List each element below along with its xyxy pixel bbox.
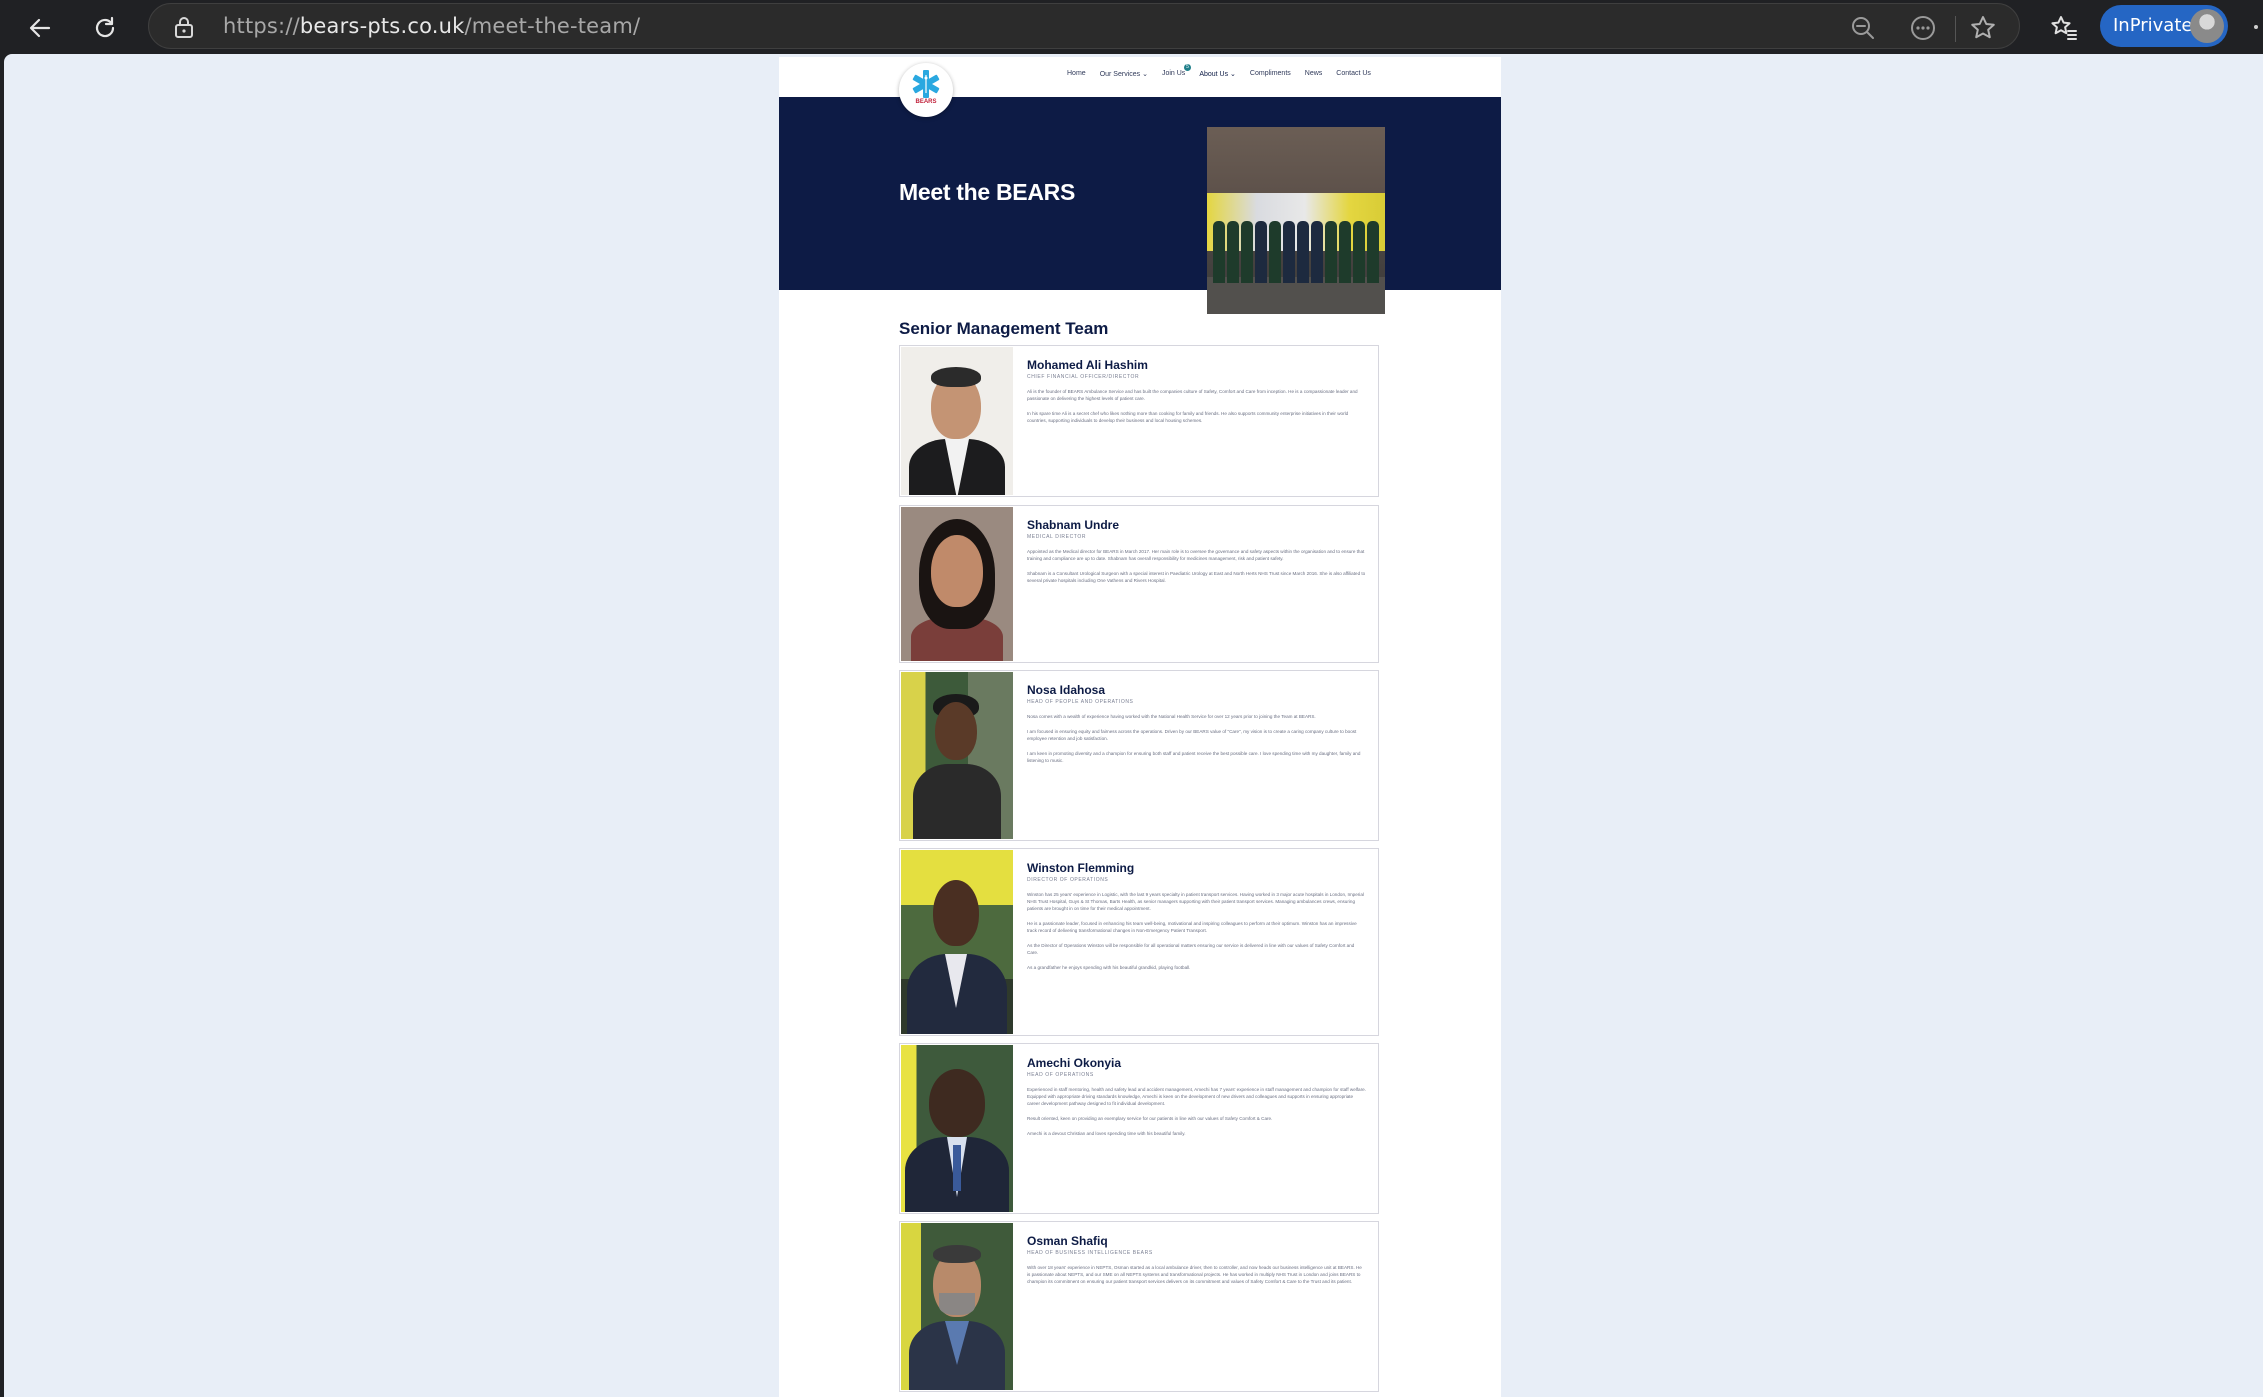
team-card-body: Shabnam Undre MEDICAL DIRECTOR Appointed… — [1027, 518, 1366, 584]
team-card: Amechi Okonyia HEAD OF OPERATIONS Experi… — [899, 1043, 1379, 1214]
team-photo — [901, 850, 1013, 1034]
refresh-icon[interactable] — [85, 8, 125, 48]
group-figures — [1213, 213, 1379, 283]
member-role: HEAD OF OPERATIONS — [1027, 1072, 1094, 1078]
profile-avatar — [2190, 9, 2224, 43]
nav-home[interactable]: Home — [1067, 70, 1086, 78]
member-bio: Result oriented, keen on providing an ex… — [1027, 1116, 1273, 1121]
nav-about-us[interactable]: About Us ⌄ — [1199, 70, 1236, 78]
member-bio: He is a passionate leader, focused in en… — [1027, 921, 1357, 933]
member-name: Osman Shafiq — [1027, 1234, 1108, 1248]
member-name: Winston Flemming — [1027, 861, 1135, 875]
member-bio: As the Director of Operations Winston wi… — [1027, 943, 1355, 955]
member-role: CHIEF FINANCIAL OFFICER/DIRECTOR — [1027, 374, 1140, 380]
overflow-icon[interactable] — [2254, 25, 2258, 29]
inprivate-button[interactable]: InPrivate — [2100, 5, 2228, 47]
figure — [1227, 221, 1239, 283]
more-icon[interactable] — [1909, 14, 1937, 42]
member-bio: Experienced in staff mentoring, health a… — [1027, 1087, 1366, 1106]
figure — [1367, 221, 1379, 283]
browser-toolbar: https://bears-pts.co.uk/meet-the-team/ I… — [0, 0, 2263, 54]
join-badge: 5 — [1183, 64, 1191, 71]
site-header: BEARS Home Our Services ⌄ Join Us 5 About… — [779, 57, 1501, 117]
nav-news[interactable]: News — [1305, 70, 1323, 78]
member-bio: Ali is the founder of BEARS Ambulance Se… — [1027, 389, 1358, 401]
team-card-body: Amechi Okonyia HEAD OF OPERATIONS Experi… — [1027, 1056, 1366, 1137]
member-name: Amechi Okonyia — [1027, 1056, 1122, 1070]
member-name: Shabnam Undre — [1027, 518, 1120, 532]
figure — [1241, 221, 1253, 283]
star-icon[interactable] — [1969, 14, 1997, 42]
figure — [1325, 221, 1337, 283]
team-photo — [901, 1045, 1013, 1212]
figure — [1297, 221, 1309, 283]
member-bio: I am keen in promoting diversity and a c… — [1027, 751, 1361, 763]
team-card-body: Nosa Idahosa HEAD OF PEOPLE AND OPERATIO… — [1027, 683, 1366, 764]
web-page: BEARS Home Our Services ⌄ Join Us 5 About… — [779, 57, 1501, 1397]
nav-our-services[interactable]: Our Services ⌄ — [1100, 70, 1148, 78]
nav-join-us[interactable]: Join Us 5 — [1162, 64, 1191, 78]
section-heading: Senior Management Team — [899, 319, 1109, 338]
back-icon[interactable] — [20, 8, 60, 48]
member-bio: Winston has 25 years' experience in Logi… — [1027, 892, 1364, 911]
figure — [1213, 221, 1225, 283]
team-card: Mohamed Ali Hashim CHIEF FINANCIAL OFFIC… — [899, 345, 1379, 497]
member-bio: Nosa comes with a wealth of experience h… — [1027, 714, 1316, 719]
figure — [1339, 221, 1351, 283]
member-role: HEAD OF BUSINESS INTELLIGENCE BEARS — [1027, 1250, 1153, 1256]
url-text: https://bears-pts.co.uk/meet-the-team/ — [223, 14, 641, 38]
team-card-body: Osman Shafiq HEAD OF BUSINESS INTELLIGEN… — [1027, 1234, 1366, 1285]
main-nav: Home Our Services ⌄ Join Us 5 About Us ⌄ … — [1067, 64, 1371, 78]
site-logo[interactable]: BEARS — [899, 63, 953, 117]
favorites-icon[interactable] — [2044, 8, 2084, 48]
team-card: Winston Flemming DIRECTOR OF OPERATIONS … — [899, 848, 1379, 1036]
browser-viewport: BEARS Home Our Services ⌄ Join Us 5 About… — [4, 54, 2263, 1397]
nav-compliments[interactable]: Compliments — [1250, 70, 1291, 78]
member-name: Mohamed Ali Hashim — [1027, 358, 1148, 372]
member-bio: I am focused in ensuring equity and fair… — [1027, 729, 1357, 741]
figure — [1269, 221, 1281, 283]
figure — [1311, 221, 1323, 283]
zoom-out-icon[interactable] — [1849, 14, 1877, 42]
page-title: Meet the BEARS — [899, 179, 1075, 205]
team-photo — [901, 672, 1013, 839]
member-bio: Amechi is a devout Christian and loves s… — [1027, 1131, 1186, 1136]
address-bar[interactable]: https://bears-pts.co.uk/meet-the-team/ — [148, 3, 2020, 49]
team-photo — [901, 1223, 1013, 1390]
hero-banner: Meet the BEARS — [779, 97, 1501, 290]
member-role: HEAD OF PEOPLE AND OPERATIONS — [1027, 699, 1134, 705]
logo-wordmark: BEARS — [915, 99, 937, 105]
team-photo — [901, 507, 1013, 661]
member-bio: In his spare time Ali is a secret chef w… — [1027, 411, 1349, 423]
member-name: Nosa Idahosa — [1027, 683, 1106, 697]
team-card-body: Winston Flemming DIRECTOR OF OPERATIONS … — [1027, 861, 1366, 971]
separator — [1955, 16, 1956, 42]
team-card: Shabnam Undre MEDICAL DIRECTOR Appointed… — [899, 505, 1379, 663]
inprivate-label: InPrivate — [2113, 15, 2193, 36]
star-of-life-icon — [912, 70, 940, 98]
lock-icon[interactable] — [173, 15, 195, 39]
member-role: MEDICAL DIRECTOR — [1027, 534, 1087, 540]
member-role: DIRECTOR OF OPERATIONS — [1027, 877, 1109, 883]
figure — [1283, 221, 1295, 283]
figure — [1255, 221, 1267, 283]
member-bio: Appointed as the Medical director for BE… — [1027, 549, 1365, 561]
member-bio: As a grandfather he enjoys spending with… — [1027, 965, 1191, 970]
team-photo — [901, 347, 1013, 495]
member-bio: Shabnam is a Consultant Urological Surge… — [1027, 571, 1366, 583]
team-card: Osman Shafiq HEAD OF BUSINESS INTELLIGEN… — [899, 1221, 1379, 1392]
nav-contact-us[interactable]: Contact Us — [1336, 70, 1371, 78]
team-card-body: Mohamed Ali Hashim CHIEF FINANCIAL OFFIC… — [1027, 358, 1366, 424]
figure — [1353, 221, 1365, 283]
team-group-photo — [1207, 127, 1385, 314]
team-card: Nosa Idahosa HEAD OF PEOPLE AND OPERATIO… — [899, 670, 1379, 841]
member-bio: With over 18 years' experience in NEPTS,… — [1027, 1265, 1362, 1284]
